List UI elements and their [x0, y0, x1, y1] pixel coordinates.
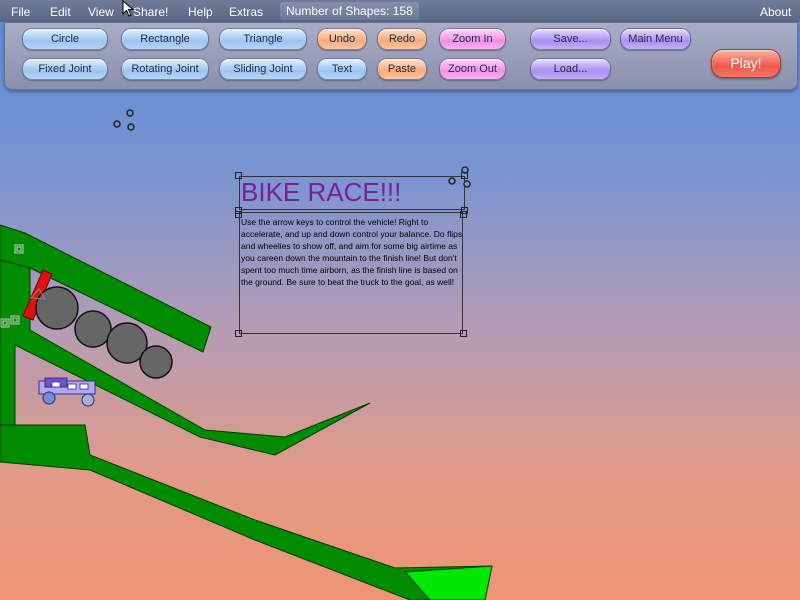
resize-handle-title-tl[interactable] [235, 172, 242, 179]
resize-handle-text-bl[interactable] [235, 330, 242, 337]
resize-handle-title-tr[interactable] [461, 172, 468, 179]
truck-vehicle[interactable] [38, 377, 96, 407]
level-title: BIKE RACE!!! [241, 177, 402, 207]
level-instructions: Use the arrow keys to control the vehicl… [241, 217, 463, 287]
small-circles-cluster[interactable] [113, 109, 135, 131]
resize-handle-text-tl[interactable] [235, 211, 242, 218]
resize-handle-text-br[interactable] [460, 330, 467, 337]
resize-handle-text-tr[interactable] [460, 211, 467, 218]
